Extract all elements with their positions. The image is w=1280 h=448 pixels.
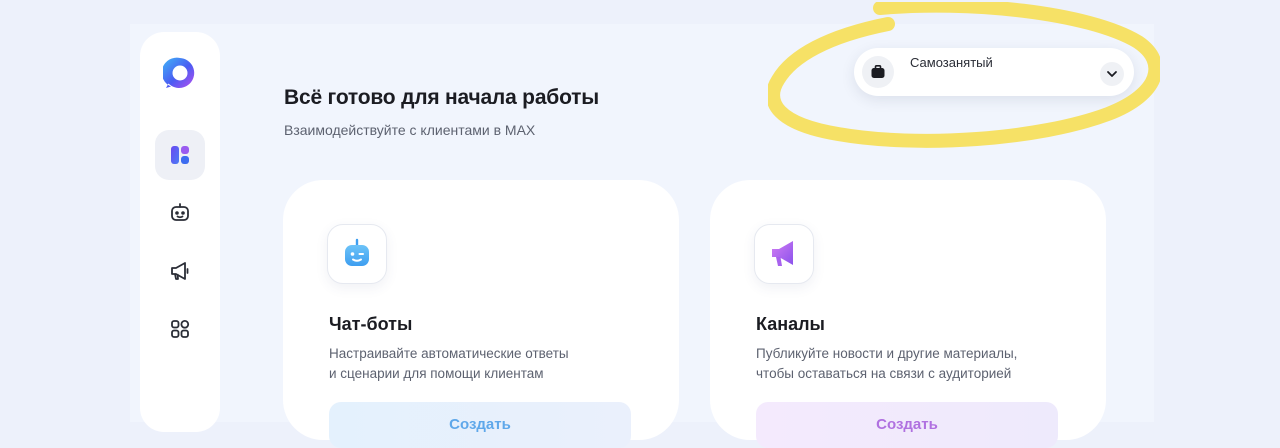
sidebar-item-chatbots[interactable]: [155, 188, 205, 238]
card-title: Чат-боты: [329, 314, 413, 334]
robot-icon: [171, 203, 189, 221]
status-dropdown[interactable]: Самозанятый: [854, 48, 1134, 96]
card-description: Публикуйте новости и другие материалы, ч…: [756, 344, 1076, 384]
channels-card: Каналы Публикуйте новости и другие матер…: [710, 180, 1106, 448]
card-title: Каналы: [756, 314, 825, 334]
card-description-line: чтобы оставаться на связи с аудиторией: [756, 366, 1012, 381]
create-channel-button[interactable]: Создать: [756, 402, 1058, 448]
megaphone-icon: [171, 262, 189, 280]
dashboard-icon: [171, 146, 189, 164]
sidebar-item-apps[interactable]: [155, 304, 205, 354]
card-description: Настраивайте автоматические ответы и сце…: [329, 344, 649, 384]
card-description-line: и сценарии для помощи клиентам: [329, 366, 544, 381]
status-dropdown-value: Самозанятый: [910, 55, 993, 70]
chatbot-icon: [327, 224, 387, 284]
card-description-line: Публикуйте новости и другие материалы,: [756, 346, 1018, 361]
sidebar-item-channels[interactable]: [155, 246, 205, 296]
channel-megaphone-icon: [754, 224, 814, 284]
briefcase-icon: [862, 56, 894, 88]
apps-grid-icon: [171, 320, 190, 338]
sidebar-item-dashboard[interactable]: [155, 130, 205, 180]
max-logo-icon[interactable]: [163, 56, 197, 90]
create-chatbot-button[interactable]: Создать: [329, 402, 631, 448]
page-subtitle: Взаимодействуйте с клиентами в MAX: [284, 122, 536, 138]
chevron-down-icon: [1100, 62, 1124, 86]
chatbots-card: Чат-боты Настраивайте автоматические отв…: [283, 180, 679, 448]
page-title: Всё готово для начала работы: [284, 86, 599, 109]
card-description-line: Настраивайте автоматические ответы: [329, 346, 569, 361]
